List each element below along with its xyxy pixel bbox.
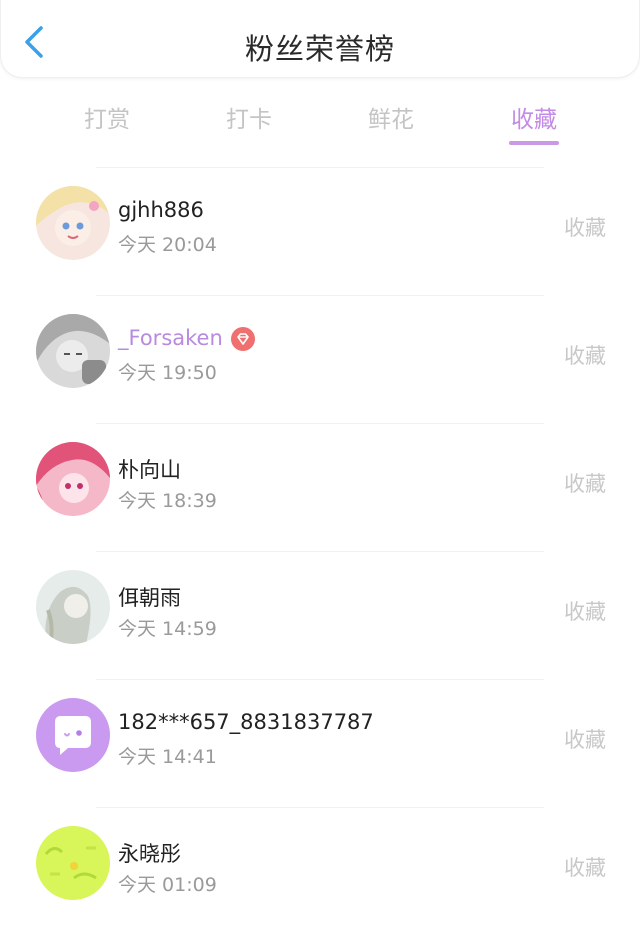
list-item[interactable]: 182***657_8831837787 今天 14:41 收藏: [0, 680, 640, 808]
avatar: [36, 314, 110, 388]
list-item[interactable]: 永晓彤 今天 01:09 收藏: [0, 808, 640, 936]
username-text: _Forsaken: [118, 326, 223, 350]
list-item[interactable]: _Forsaken 今天 19:50 收藏: [0, 296, 640, 424]
timestamp: 今天 18:39: [118, 490, 217, 512]
tab-favorites[interactable]: 收藏: [474, 100, 594, 134]
timestamp: 今天 01:09: [118, 874, 217, 896]
page-title: 粉丝荣誉榜: [244, 32, 395, 66]
avatar: [36, 442, 110, 516]
fan-list: gjhh886 今天 20:04 收藏 _Forsaken 今天 19:50 收…: [0, 168, 640, 936]
tab-flowers[interactable]: 鲜花: [331, 100, 451, 134]
favorite-label: 收藏: [564, 856, 606, 880]
username: 朴向山: [118, 458, 181, 482]
diamond-badge-icon: [230, 327, 255, 351]
favorite-label: 收藏: [564, 344, 606, 368]
avatar: [36, 698, 110, 772]
tab-tips[interactable]: 打赏: [47, 100, 167, 134]
list-item[interactable]: 朴向山 今天 18:39 收藏: [0, 424, 640, 552]
avatar: [36, 826, 110, 900]
list-item[interactable]: 佴朝雨 今天 14:59 收藏: [0, 552, 640, 680]
active-tab-indicator: [509, 141, 559, 145]
timestamp: 今天 20:04: [118, 234, 217, 256]
avatar: [36, 186, 110, 260]
timestamp: 今天 14:41: [118, 746, 217, 768]
username: 永晓彤: [118, 842, 181, 866]
timestamp: 今天 19:50: [118, 362, 217, 384]
timestamp: 今天 14:59: [118, 618, 217, 640]
favorite-label: 收藏: [564, 216, 606, 240]
list-item[interactable]: gjhh886 今天 20:04 收藏: [0, 168, 640, 296]
favorite-label: 收藏: [564, 600, 606, 624]
username: _Forsaken: [118, 326, 255, 351]
top-bar: 粉丝荣誉榜: [0, 0, 640, 78]
username: gjhh886: [118, 198, 204, 222]
favorite-label: 收藏: [564, 728, 606, 752]
favorite-label: 收藏: [564, 472, 606, 496]
avatar: [36, 570, 110, 644]
tab-checkin[interactable]: 打卡: [189, 100, 309, 134]
username: 佴朝雨: [118, 586, 181, 610]
username: 182***657_8831837787: [118, 710, 374, 734]
